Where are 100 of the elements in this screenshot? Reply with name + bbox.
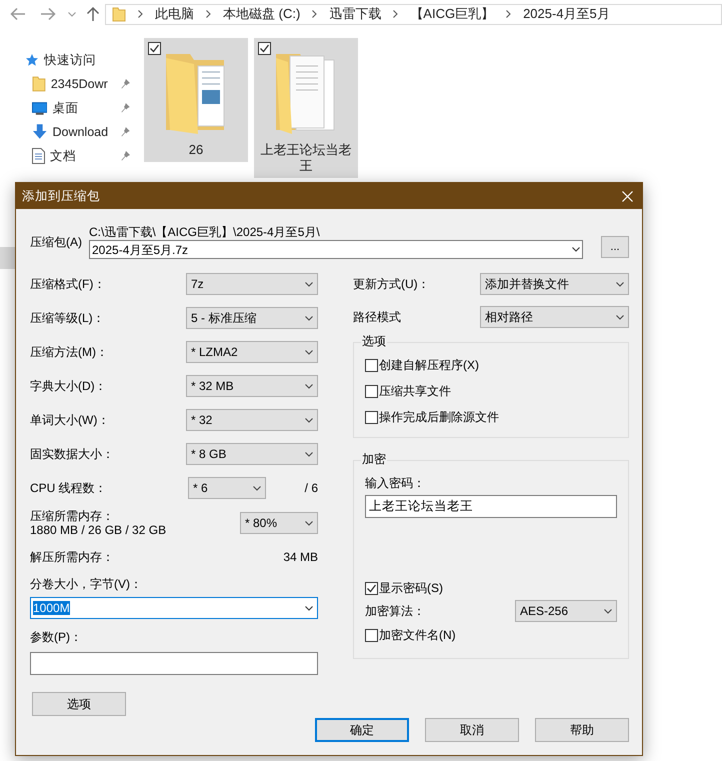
setting-label: 路径模式	[353, 309, 401, 326]
setting-label: 压缩所需内存：	[30, 509, 115, 523]
password-label: 输入密码：	[365, 476, 426, 490]
setting-label: 单词大小(W)：	[30, 412, 110, 429]
checkbox-label: 创建自解压程序(X)	[379, 357, 479, 374]
archive-name-field[interactable]: 2025-4月至5月.7z	[89, 240, 583, 259]
password-field[interactable]: 上老王论坛当老王	[365, 495, 617, 518]
sidebar-item[interactable]: 文档	[0, 144, 130, 168]
breadcrumb-item[interactable]: 【AICG巨乳】	[410, 4, 494, 24]
sidebar-label: 文档	[50, 148, 77, 165]
checkbox[interactable]	[365, 384, 378, 398]
star-icon	[25, 53, 39, 67]
forward-arrow-icon[interactable]	[40, 7, 56, 21]
monitor-icon	[32, 102, 48, 114]
dropdown[interactable]: * 80%	[240, 512, 318, 534]
chevron-icon	[305, 452, 313, 456]
back-arrow-icon[interactable]	[10, 7, 26, 21]
folder-tile[interactable]: 上老王论坛当老王	[254, 38, 358, 178]
checkbox-label: 压缩共享文件	[379, 383, 451, 400]
close-icon[interactable]	[622, 190, 633, 202]
volume-size-field[interactable]: 1000M	[30, 597, 318, 619]
checkbox[interactable]	[365, 358, 378, 372]
dialog-button[interactable]: 取消	[425, 718, 519, 742]
checkbox[interactable]	[258, 42, 271, 55]
parameters-label: 参数(P)：	[30, 630, 83, 644]
pin-icon[interactable]	[121, 151, 130, 161]
chevron-icon	[305, 384, 313, 388]
volume-label: 分卷大小，字节(V)：	[30, 577, 143, 591]
sidebar-label: Download	[52, 124, 110, 141]
pin-icon[interactable]	[121, 103, 130, 113]
archive-label: 压缩包(A)	[30, 234, 83, 251]
folder-icon	[112, 6, 126, 22]
memory-usage: 1880 MB / 26 GB / 32 GB	[30, 523, 166, 537]
folder-name: 26	[188, 142, 204, 158]
document-icon	[32, 148, 45, 164]
breadcrumb-item[interactable]: 此电脑	[155, 4, 194, 24]
sidebar-label: 快速访问	[44, 52, 97, 69]
breadcrumb-item[interactable]: 本地磁盘 (C:)	[223, 4, 300, 24]
checkbox[interactable]	[365, 582, 378, 594]
folder-name: 上老王论坛当老王	[260, 142, 352, 174]
sidebar-label: 桌面	[52, 100, 80, 117]
chevron-right-icon	[138, 10, 143, 18]
up-arrow-icon[interactable]	[86, 6, 100, 22]
thread-count: / 6	[304, 480, 318, 497]
chevron-right-icon	[506, 10, 512, 18]
dropdown[interactable]: 7z	[186, 273, 318, 295]
setting-label: 字典大小(D)：	[30, 378, 107, 395]
dropdown[interactable]: * LZMA2	[186, 341, 318, 363]
setting-label: CPU 线程数：	[30, 480, 108, 497]
chevron-icon	[616, 282, 624, 286]
chevron-icon	[616, 314, 624, 320]
chevron-right-icon	[393, 10, 398, 18]
setting-label: 加密算法：	[365, 603, 425, 620]
checkbox[interactable]	[148, 42, 161, 55]
breadcrumb-item[interactable]: 2025-4月至5月	[523, 4, 610, 24]
checkbox[interactable]	[365, 628, 378, 642]
folder-tile[interactable]: 26	[144, 38, 248, 162]
chevron-right-icon	[206, 10, 211, 18]
setting-label: 压缩方法(M)：	[30, 344, 108, 361]
setting-label: 压缩等级(L)：	[30, 310, 105, 327]
pin-icon[interactable]	[121, 127, 130, 137]
dropdown[interactable]: 相对路径	[480, 306, 629, 328]
checkbox-label: 加密文件名(N)	[379, 627, 456, 644]
sidebar-item[interactable]: 桌面	[0, 96, 130, 120]
group-title: 选项	[361, 334, 387, 348]
parameters-field[interactable]	[30, 652, 318, 675]
setting-value: 34 MB	[283, 549, 318, 566]
setting-label: 压缩格式(F)：	[30, 276, 106, 293]
dropdown[interactable]: 添加并替换文件	[480, 273, 629, 295]
folder-icon	[32, 76, 46, 92]
options-button[interactable]: 选项	[32, 692, 126, 716]
dropdown[interactable]: 5 - 标准压缩	[186, 307, 318, 329]
chevron-icon	[305, 282, 313, 286]
checkbox-label: 操作完成后删除源文件	[379, 409, 499, 426]
sidebar-item[interactable]: 2345Dowr	[0, 72, 130, 96]
address-bar[interactable]: 此电脑 本地磁盘 (C:) 迅雷下载 【AICG巨乳】 2025-4月至5月	[105, 4, 722, 24]
dropdown[interactable]: * 8 GB	[186, 443, 318, 465]
browse-button[interactable]: ...	[601, 236, 629, 258]
chevron-icon	[305, 418, 313, 422]
chevron-icon	[305, 520, 313, 526]
setting-label: 解压所需内存：	[30, 549, 114, 566]
dialog-button[interactable]: 帮助	[535, 718, 629, 742]
chevron-right-icon	[312, 10, 318, 18]
group-title: 加密	[361, 452, 387, 466]
dropdown[interactable]: * 32 MB	[186, 375, 318, 397]
dialog-button[interactable]: 确定	[315, 718, 409, 742]
chevron-icon	[305, 316, 313, 320]
download-arrow-icon	[32, 124, 48, 140]
sidebar-item[interactable]: Download	[0, 120, 130, 144]
pin-icon[interactable]	[121, 79, 130, 89]
breadcrumb-item[interactable]: 迅雷下载	[329, 4, 382, 24]
dropdown-chevron-icon[interactable]	[68, 12, 76, 16]
chevron-icon	[305, 606, 313, 610]
checkbox[interactable]	[365, 410, 378, 424]
sidebar-item[interactable]: 快速访问	[0, 48, 130, 72]
checkbox-label: 显示密码(S)	[379, 580, 443, 597]
dropdown[interactable]: AES-256	[515, 600, 617, 622]
dropdown[interactable]: * 32	[186, 409, 318, 431]
archive-path: C:\迅雷下载\【AICG巨乳】\2025-4月至5月\	[89, 225, 321, 239]
dropdown[interactable]: * 6	[188, 477, 266, 499]
